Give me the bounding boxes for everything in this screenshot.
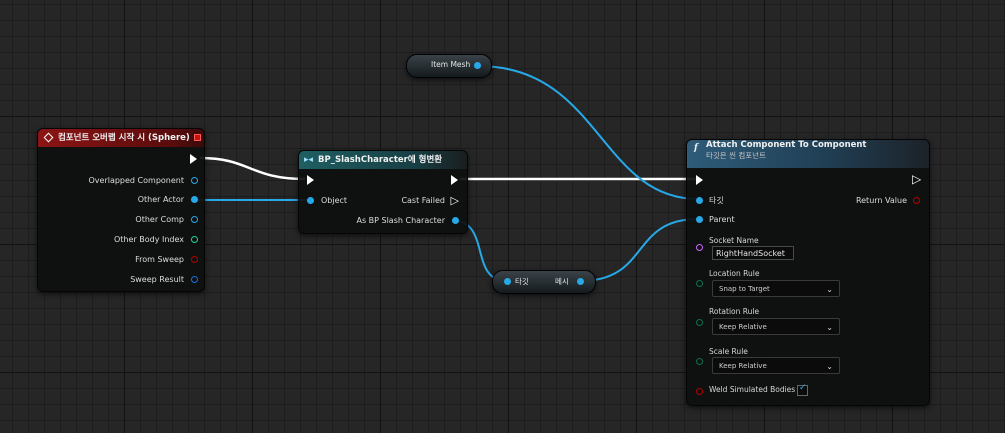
pin-object[interactable]: Object [307, 194, 347, 208]
enum-pin-icon[interactable] [696, 319, 703, 326]
cast-icon: ▸◂ [304, 155, 314, 165]
pin-return-value[interactable]: Return Value [856, 194, 920, 208]
pin-as-bp-slash-character[interactable]: As BP Slash Character [356, 214, 459, 228]
exec-outline-pin-icon[interactable]: ▷ [451, 195, 459, 206]
pin-label: As BP Slash Character [356, 216, 445, 225]
bool-pin-icon[interactable] [696, 388, 703, 395]
pin-label: Object [321, 196, 348, 205]
pin-label: 타깃 [709, 196, 724, 205]
event-diamond-icon [43, 132, 54, 143]
mesh-target-label: 타깃 [515, 277, 529, 286]
pin-other-actor[interactable]: Other Actor [138, 193, 198, 207]
object-pin-icon[interactable] [191, 196, 198, 203]
cast-node-header: ▸◂ BP_SlashCharacter에 형변환 [299, 151, 467, 169]
object-pin-icon[interactable] [696, 216, 703, 223]
object-pin-icon[interactable] [504, 278, 511, 285]
rotation-rule-value: Keep Relative [719, 323, 767, 331]
location-rule-dropdown[interactable]: Snap to Target ⌄ [712, 280, 840, 297]
pin-other-body-index[interactable]: Other Body Index [114, 233, 198, 247]
event-node-title: 컴포넌트 오버랩 시작 시 (Sphere) [58, 133, 190, 143]
socket-name-field[interactable]: RightHandSocket [712, 246, 794, 260]
rotation-rule-label: Rotation Rule [709, 307, 760, 316]
object-pin-icon[interactable] [307, 197, 314, 204]
cast-node-bp-slash-character[interactable]: ▸◂ BP_SlashCharacter에 형변환 Object Cast Fa… [298, 150, 468, 234]
exec-in-pin-icon[interactable] [307, 175, 314, 185]
object-pin-icon[interactable] [191, 216, 198, 223]
chevron-down-icon: ⌄ [826, 362, 833, 371]
rotation-rule-dropdown[interactable]: Keep Relative ⌄ [712, 318, 840, 335]
bool-pin-icon[interactable] [191, 256, 198, 263]
variable-node-item-mesh[interactable]: Item Mesh [406, 54, 492, 78]
pin-other-comp[interactable]: Other Comp [135, 213, 198, 227]
pin-label: From Sweep [135, 255, 184, 264]
int-pin-icon[interactable] [191, 236, 198, 243]
chevron-down-icon: ⌄ [826, 323, 833, 332]
pin-label: Parent [709, 215, 735, 224]
pin-label: Other Body Index [113, 235, 184, 244]
pin-from-sweep[interactable]: From Sweep [135, 253, 198, 267]
pin-overlapped-component[interactable]: Overlapped Component [88, 174, 198, 188]
enum-pin-icon[interactable] [696, 358, 703, 365]
struct-pin-icon[interactable] [191, 276, 198, 283]
object-pin-icon[interactable] [474, 62, 481, 69]
enum-pin-icon[interactable] [696, 280, 703, 287]
pin-parent[interactable]: Parent [696, 213, 735, 227]
exec-out-outline-pin-icon[interactable]: ▷ [912, 173, 921, 185]
item-mesh-label: Item Mesh [431, 60, 471, 69]
exec-out-pin-icon[interactable] [451, 175, 458, 185]
exec-in-pin-icon[interactable] [696, 175, 703, 185]
chevron-down-icon: ⌄ [826, 285, 833, 294]
object-pin-icon[interactable] [696, 197, 703, 204]
checkmark-icon: ✓ [799, 383, 807, 393]
object-pin-icon[interactable] [452, 217, 459, 224]
name-pin-icon[interactable] [696, 244, 703, 251]
pin-target[interactable]: 타깃 [696, 194, 724, 208]
scale-rule-value: Keep Relative [719, 362, 767, 370]
object-pin-icon[interactable] [191, 177, 198, 184]
wire-item-mesh-to-target [477, 65, 699, 200]
wire-mesh-to-parent [579, 218, 699, 282]
pin-label: Cast Failed [401, 196, 445, 205]
location-rule-label: Location Rule [709, 269, 760, 278]
event-delegate-pin[interactable] [194, 134, 201, 141]
object-pin-icon[interactable] [577, 278, 584, 285]
pin-label: Other Actor [137, 195, 184, 204]
function-node-attach-component-to-component[interactable]: f Attach Component To Component 타깃은 씬 컴포… [686, 139, 930, 406]
pin-label: Other Comp [135, 215, 184, 224]
scale-rule-label: Scale Rule [709, 347, 748, 356]
bool-pin-icon[interactable] [913, 197, 920, 204]
event-node-header: 컴포넌트 오버랩 시작 시 (Sphere) [38, 129, 204, 147]
location-rule-value: Snap to Target [719, 285, 770, 293]
pin-label: Sweep Result [130, 275, 184, 284]
pin-label: Overlapped Component [88, 176, 184, 185]
weld-simulated-bodies-label: Weld Simulated Bodies [709, 385, 796, 394]
pin-cast-failed[interactable]: Cast Failed ▷ [401, 194, 459, 208]
scale-rule-dropdown[interactable]: Keep Relative ⌄ [712, 357, 840, 374]
pin-label: Return Value [855, 196, 907, 205]
pin-sweep-result[interactable]: Sweep Result [130, 273, 198, 287]
getter-node-mesh[interactable]: 타깃 메시 [492, 270, 596, 294]
weld-checkbox[interactable]: ✓ [797, 383, 808, 396]
function-icon: f [694, 143, 698, 153]
attach-node-subtitle: 타깃은 씬 컴포넌트 [706, 151, 766, 160]
attach-node-header: f Attach Component To Component 타깃은 씬 컴포… [687, 140, 929, 168]
mesh-output-label: 메시 [555, 277, 569, 286]
cast-node-title: BP_SlashCharacter에 형변환 [318, 155, 443, 165]
event-node-component-begin-overlap[interactable]: 컴포넌트 오버랩 시작 시 (Sphere) Overlapped Compon… [37, 128, 205, 292]
exec-out-pin-icon[interactable] [190, 154, 197, 164]
exec-wire-event-to-cast [199, 156, 306, 181]
socket-name-label: Socket Name [709, 236, 759, 245]
